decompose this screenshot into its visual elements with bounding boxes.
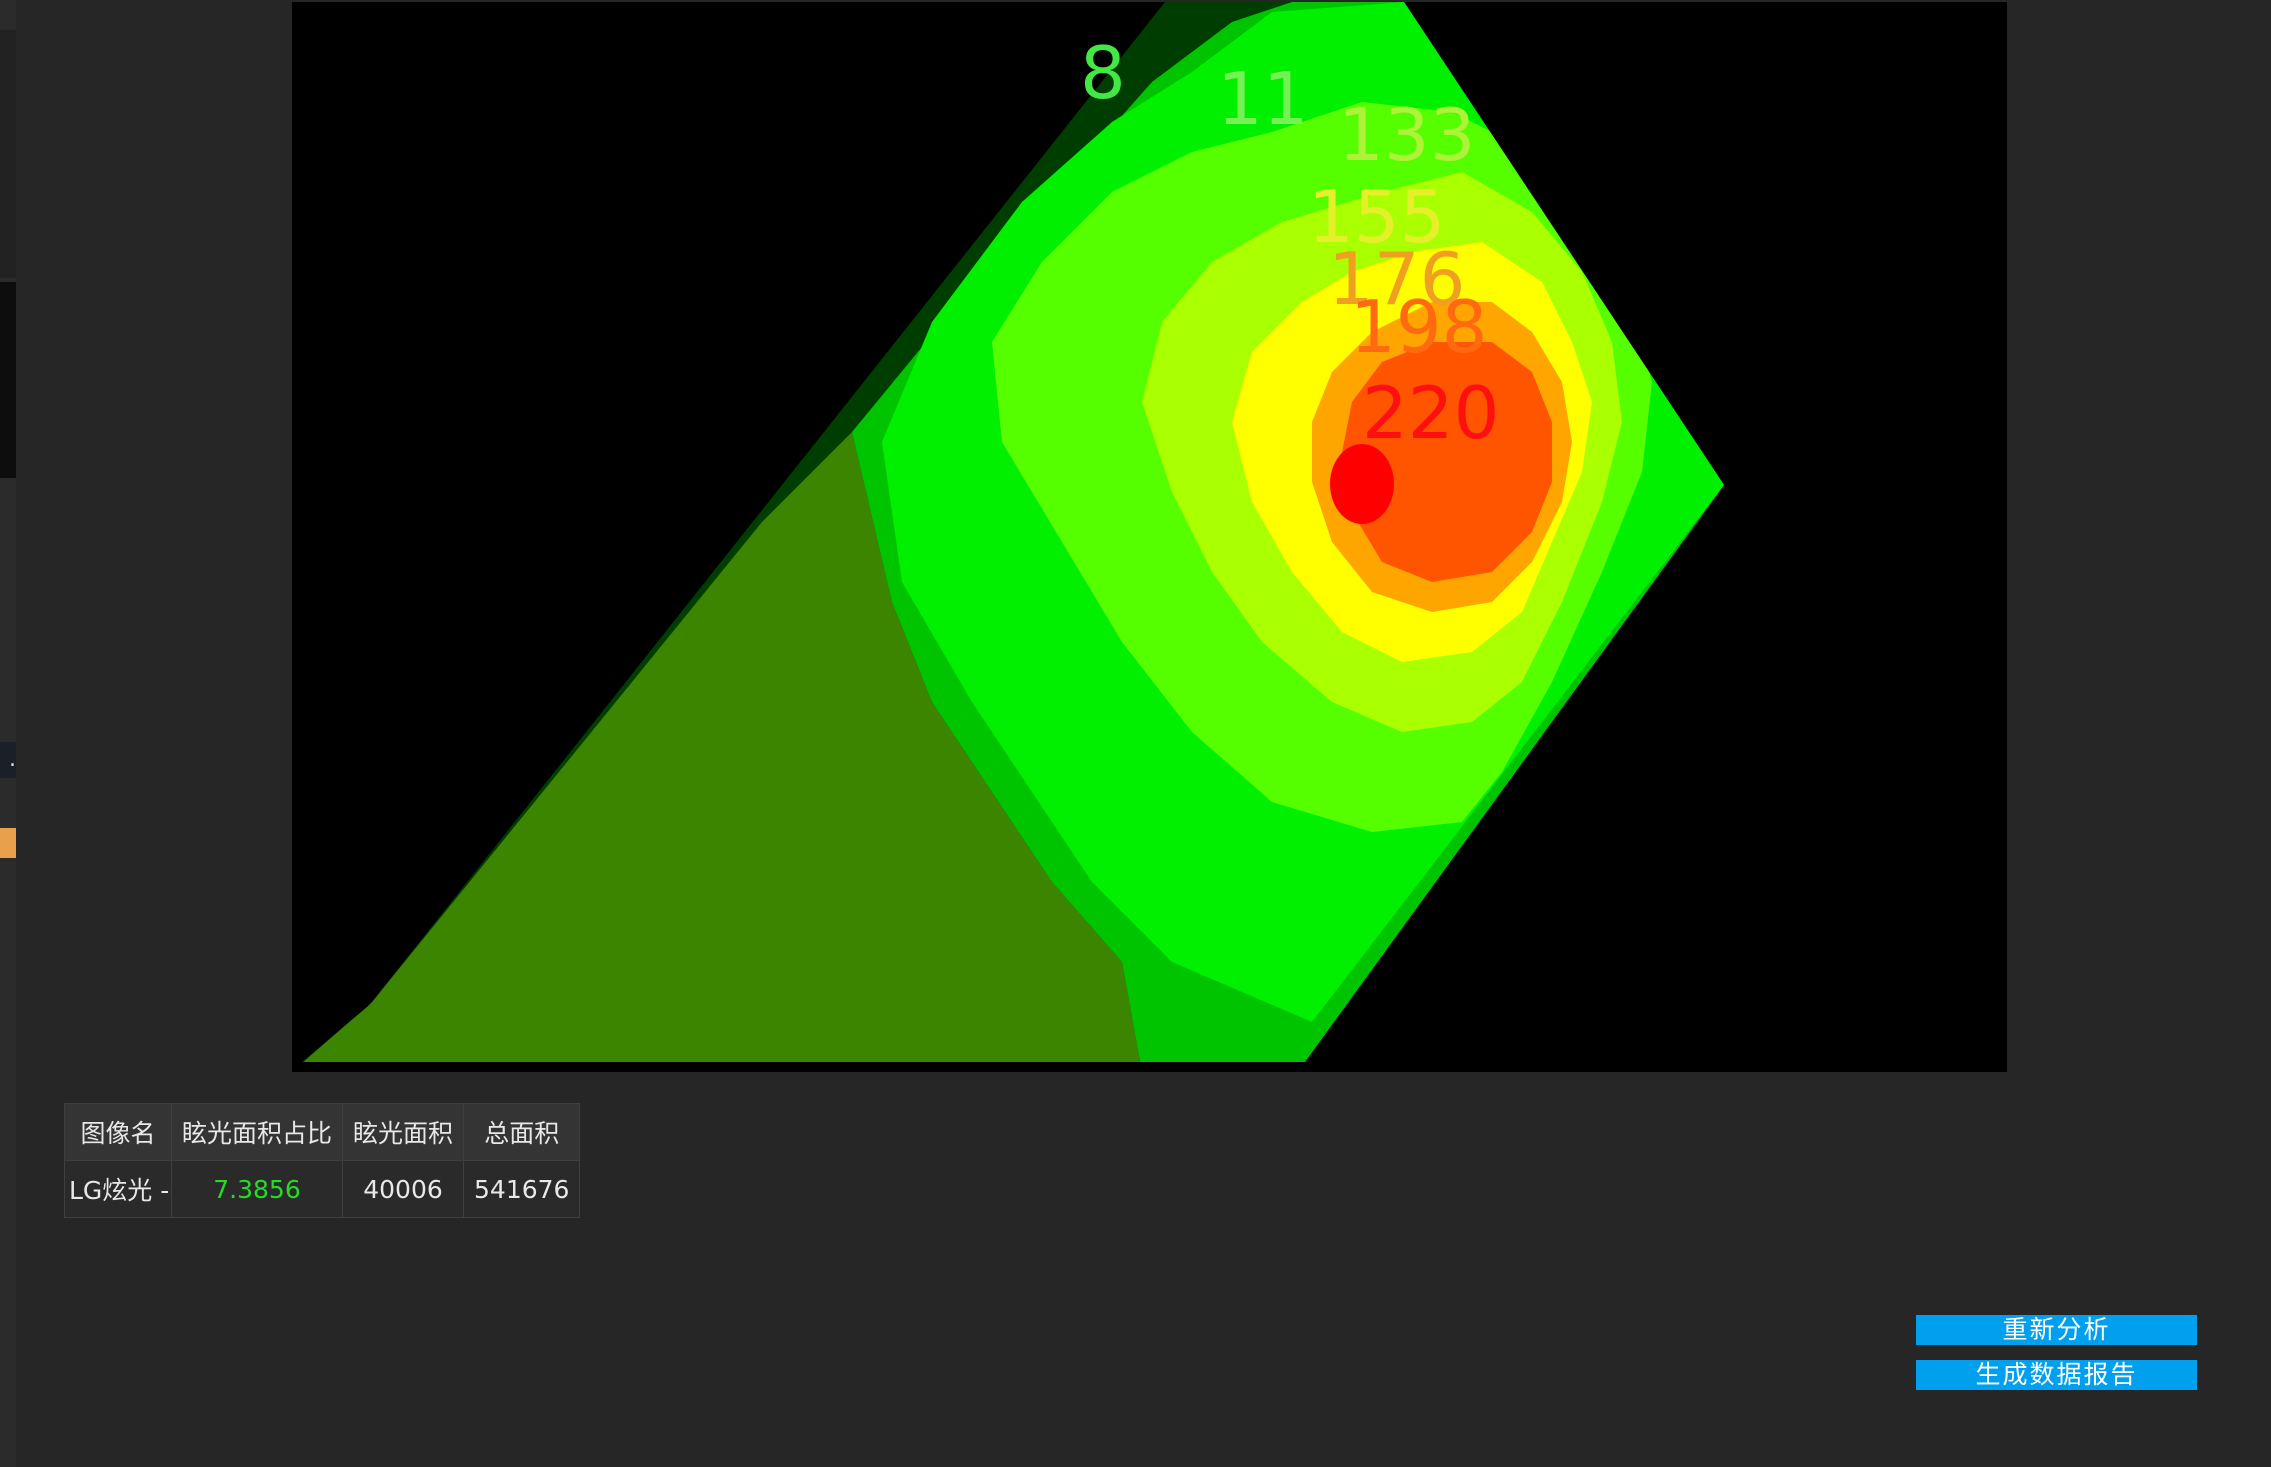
cell-image-name: LG炫光 - — [64, 1160, 172, 1218]
glare-heatmap-image: 8 11 133 155 176 198 220 — [292, 2, 2007, 1072]
app-window: . 8 11 133 155 176 198 220 图像名 眩光面积占比 眩光… — [0, 0, 2271, 1467]
contour-label-220: 220 — [1362, 371, 1499, 455]
col-total-area: 总面积 — [463, 1103, 581, 1161]
contour-label-8: 8 — [1080, 31, 1126, 115]
side-panel-dark-block — [0, 282, 16, 478]
cell-total-area: 541676 — [463, 1160, 581, 1218]
table-header-row: 图像名 眩光面积占比 眩光面积 总面积 — [64, 1103, 581, 1161]
cell-glare-area: 40006 — [342, 1160, 465, 1218]
col-glare-area: 眩光面积 — [342, 1103, 465, 1161]
glare-result-table: 图像名 眩光面积占比 眩光面积 总面积 LG炫光 - 7.3856 40006 … — [64, 1103, 581, 1218]
col-glare-ratio: 眩光面积占比 — [170, 1103, 344, 1161]
contour-label-133: 133 — [1338, 93, 1475, 177]
side-panel-upper — [0, 30, 16, 278]
side-panel-accent-tab[interactable] — [0, 828, 16, 858]
zone-red-core — [1330, 444, 1394, 524]
side-panel-truncated-label: . — [0, 742, 16, 778]
generate-report-button[interactable]: 生成数据报告 — [1916, 1360, 2197, 1390]
reanalyze-button[interactable]: 重新分析 — [1916, 1315, 2197, 1345]
contour-label-198: 198 — [1350, 285, 1487, 369]
table-row[interactable]: LG炫光 - 7.3856 40006 541676 — [64, 1160, 581, 1218]
side-panel-edge: . — [0, 0, 16, 1467]
contour-label-11: 11 — [1217, 57, 1309, 141]
cell-glare-ratio: 7.3856 — [170, 1160, 344, 1218]
glare-heatmap-viewer[interactable]: 8 11 133 155 176 198 220 — [292, 2, 2007, 1072]
col-image-name: 图像名 — [64, 1103, 172, 1161]
